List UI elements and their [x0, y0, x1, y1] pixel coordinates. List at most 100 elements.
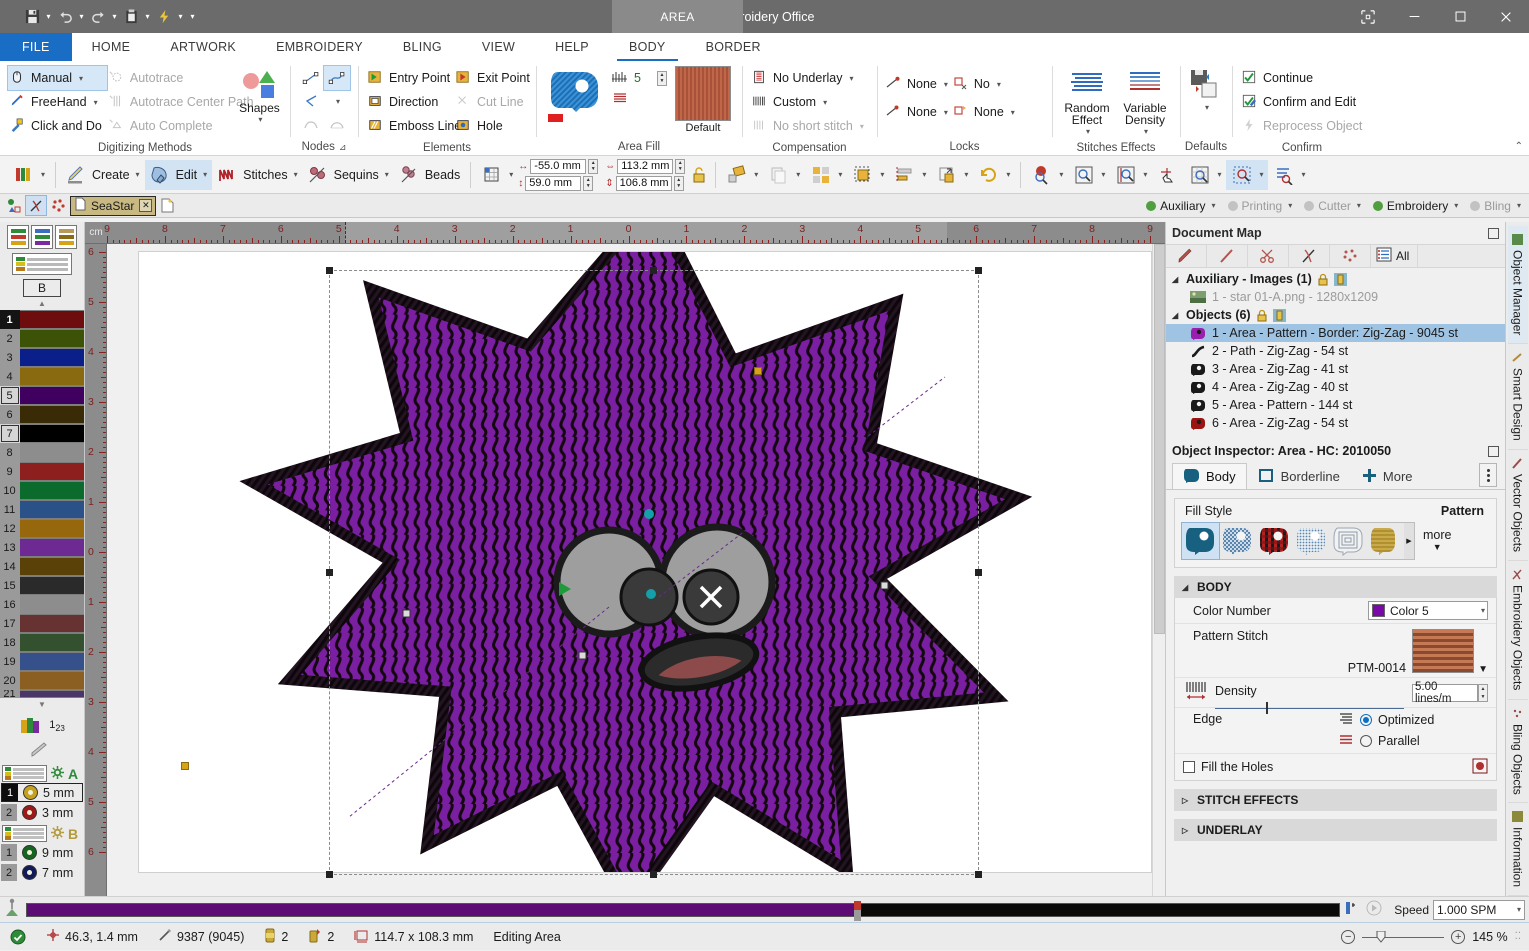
- fill-swatch-plain[interactable]: [1181, 522, 1220, 560]
- random-effect-button[interactable]: Random Effect ▾: [1060, 66, 1114, 138]
- color-swatch-row[interactable]: 19: [0, 652, 84, 671]
- resize-handle-sw[interactable]: [326, 871, 333, 878]
- selection-bounding-box[interactable]: [326, 267, 982, 878]
- resize-handle-se[interactable]: [975, 871, 982, 878]
- chevron-down-icon[interactable]: ▾: [1144, 126, 1148, 138]
- eyedropper-icon[interactable]: [29, 741, 55, 762]
- chevron-down-icon[interactable]: ▾: [1357, 201, 1361, 210]
- tree-group-objects[interactable]: ◢ Objects (6): [1166, 306, 1505, 324]
- filter-all-button[interactable]: All: [1371, 244, 1419, 268]
- color-swatch-row[interactable]: 18: [0, 633, 84, 652]
- ribbon-tab-embroidery[interactable]: EMBROIDERY: [256, 33, 383, 61]
- tree-row-object-3[interactable]: 3 - Area - Zig-Zag - 41 st: [1166, 360, 1505, 378]
- ribbon-tab-home[interactable]: HOME: [72, 33, 151, 61]
- custom-compensation-button[interactable]: Custom ▾: [750, 90, 869, 114]
- chevron-down-icon[interactable]: ▾: [838, 170, 842, 179]
- vtab-information[interactable]: Information: [1507, 803, 1528, 897]
- vtab-vector-objects[interactable]: Vector Objects: [1507, 450, 1528, 562]
- manual-button[interactable]: Manual ▾: [7, 65, 108, 91]
- simulation-progress-track[interactable]: [26, 900, 1341, 921]
- bling-icon[interactable]: [1330, 244, 1371, 268]
- color-swatch-row[interactable]: 1: [0, 310, 84, 329]
- needle-row-b2[interactable]: 2 7 mm: [1, 863, 83, 882]
- width-stepper[interactable]: ▲ ▼: [675, 158, 686, 174]
- redo-icon[interactable]: [88, 6, 108, 28]
- node-dropdown-caret[interactable]: ▾: [324, 89, 350, 113]
- palette-mode-button[interactable]: B: [23, 279, 61, 297]
- chevron-down-icon[interactable]: ▾: [944, 80, 948, 89]
- reset-property-icon[interactable]: [1472, 758, 1488, 777]
- tree-row-object-5[interactable]: 5 - Area - Pattern - 144 st: [1166, 396, 1505, 414]
- color-swatch-row[interactable]: 8: [0, 443, 84, 462]
- density-stepper[interactable]: ▲ ▼: [1478, 683, 1488, 702]
- undo-icon[interactable]: [55, 6, 75, 28]
- ribbon-collapse-icon[interactable]: ⌃: [1515, 141, 1523, 152]
- vtab-smart-design[interactable]: Smart Design: [1507, 344, 1528, 451]
- visibility-icon[interactable]: [1272, 308, 1286, 322]
- undo-dropdown-caret[interactable]: ▾: [76, 6, 87, 28]
- tree-row-object-2[interactable]: 2 - Path - Zig-Zag - 54 st: [1166, 342, 1505, 360]
- expand-collapse-icon[interactable]: ▷: [1182, 826, 1191, 835]
- chevron-down-icon[interactable]: ▾: [1011, 108, 1015, 117]
- color-swatch-row[interactable]: 15: [0, 576, 84, 595]
- chevron-down-icon[interactable]: ▾: [294, 170, 298, 179]
- chevron-down-icon[interactable]: ▾: [509, 170, 513, 179]
- chevron-down-icon[interactable]: ▾: [203, 170, 207, 179]
- chevron-down-icon[interactable]: ▾: [1517, 201, 1521, 210]
- layer-toggle-auxiliary[interactable]: Auxiliary ▾: [1146, 199, 1216, 213]
- chevron-down-icon[interactable]: ▾: [1006, 170, 1010, 179]
- gear-icon[interactable]: [51, 765, 64, 782]
- ribbon-tab-artwork[interactable]: ARTWORK: [150, 33, 256, 61]
- palette-collapse-icon[interactable]: ▲: [38, 299, 46, 308]
- color-swatch-row[interactable]: 20: [0, 671, 84, 690]
- y-position-input[interactable]: 59.0 mm: [525, 175, 582, 191]
- expand-collapse-icon[interactable]: ▷: [1182, 796, 1191, 805]
- confirm-and-edit-button[interactable]: Confirm and Edit: [1240, 90, 1367, 114]
- edge-optimized-radio[interactable]: [1360, 714, 1372, 726]
- fill-swatch-gold[interactable]: [1367, 523, 1404, 559]
- tree-group-auxiliary-images[interactable]: ◢ Auxiliary - Images (1): [1166, 270, 1505, 288]
- edge-parallel-radio[interactable]: [1360, 735, 1372, 747]
- fill-swatch-check[interactable]: [1219, 523, 1256, 559]
- save-icon[interactable]: [22, 6, 42, 28]
- variable-density-button[interactable]: Variable Density ▾: [1118, 66, 1172, 138]
- exit-point-button[interactable]: Exit Point: [454, 66, 535, 90]
- color-swatch-row[interactable]: 9: [0, 462, 84, 481]
- color-swatch-row[interactable]: 2: [0, 329, 84, 348]
- chevron-down-icon[interactable]: ▾: [754, 170, 758, 179]
- simulation-position-handle[interactable]: [853, 900, 861, 921]
- node-line-icon[interactable]: [298, 66, 324, 90]
- lock-icon[interactable]: [1317, 273, 1329, 286]
- transform-button[interactable]: ▾: [721, 160, 763, 190]
- hole-button[interactable]: Hole: [454, 114, 535, 138]
- chevron-down-icon[interactable]: ▾: [94, 98, 98, 107]
- sequins-button[interactable]: Sequins ▾: [303, 160, 394, 190]
- lock-trim-combo[interactable]: No ▾: [971, 72, 1004, 96]
- canvas-viewport[interactable]: [107, 244, 1152, 922]
- color-swatch-row[interactable]: 6: [0, 405, 84, 424]
- entry-point-button[interactable]: Entry Point: [366, 66, 454, 90]
- duplicate-button[interactable]: ▾: [763, 160, 805, 190]
- library-button[interactable]: ▾: [8, 160, 50, 190]
- arrange-button[interactable]: ▾: [805, 160, 847, 190]
- chevron-down-icon[interactable]: ▾: [796, 170, 800, 179]
- area-fill-preview[interactable]: [548, 66, 604, 122]
- no-underlay-button[interactable]: No Underlay ▾: [750, 66, 869, 90]
- simulator-icon[interactable]: [4, 898, 22, 921]
- chevron-down-icon[interactable]: ▾: [849, 74, 853, 83]
- fill-holes-checkbox[interactable]: [1183, 761, 1195, 773]
- zoom-list-button[interactable]: ▾: [1268, 160, 1310, 190]
- scissors-icon[interactable]: [1248, 244, 1289, 268]
- group-button[interactable]: ▾: [847, 160, 889, 190]
- chevron-down-icon[interactable]: ▾: [1301, 170, 1305, 179]
- vertical-scroll-thumb[interactable]: [1154, 244, 1165, 634]
- edit-button[interactable]: Edit ▾: [144, 159, 213, 190]
- paste-icon[interactable]: [121, 6, 141, 28]
- color-swatch-row[interactable]: 21: [0, 690, 84, 698]
- needle-row-a2[interactable]: 2 3 mm: [1, 803, 83, 822]
- area-fill-color-indicator[interactable]: [548, 114, 563, 122]
- chevron-down-icon[interactable]: ▾: [1205, 102, 1209, 114]
- vtab-object-manager[interactable]: Object Manager: [1507, 226, 1528, 345]
- fill-swatch-plaid[interactable]: [1256, 523, 1293, 559]
- zoom-grid-button[interactable]: ▾: [1184, 160, 1226, 190]
